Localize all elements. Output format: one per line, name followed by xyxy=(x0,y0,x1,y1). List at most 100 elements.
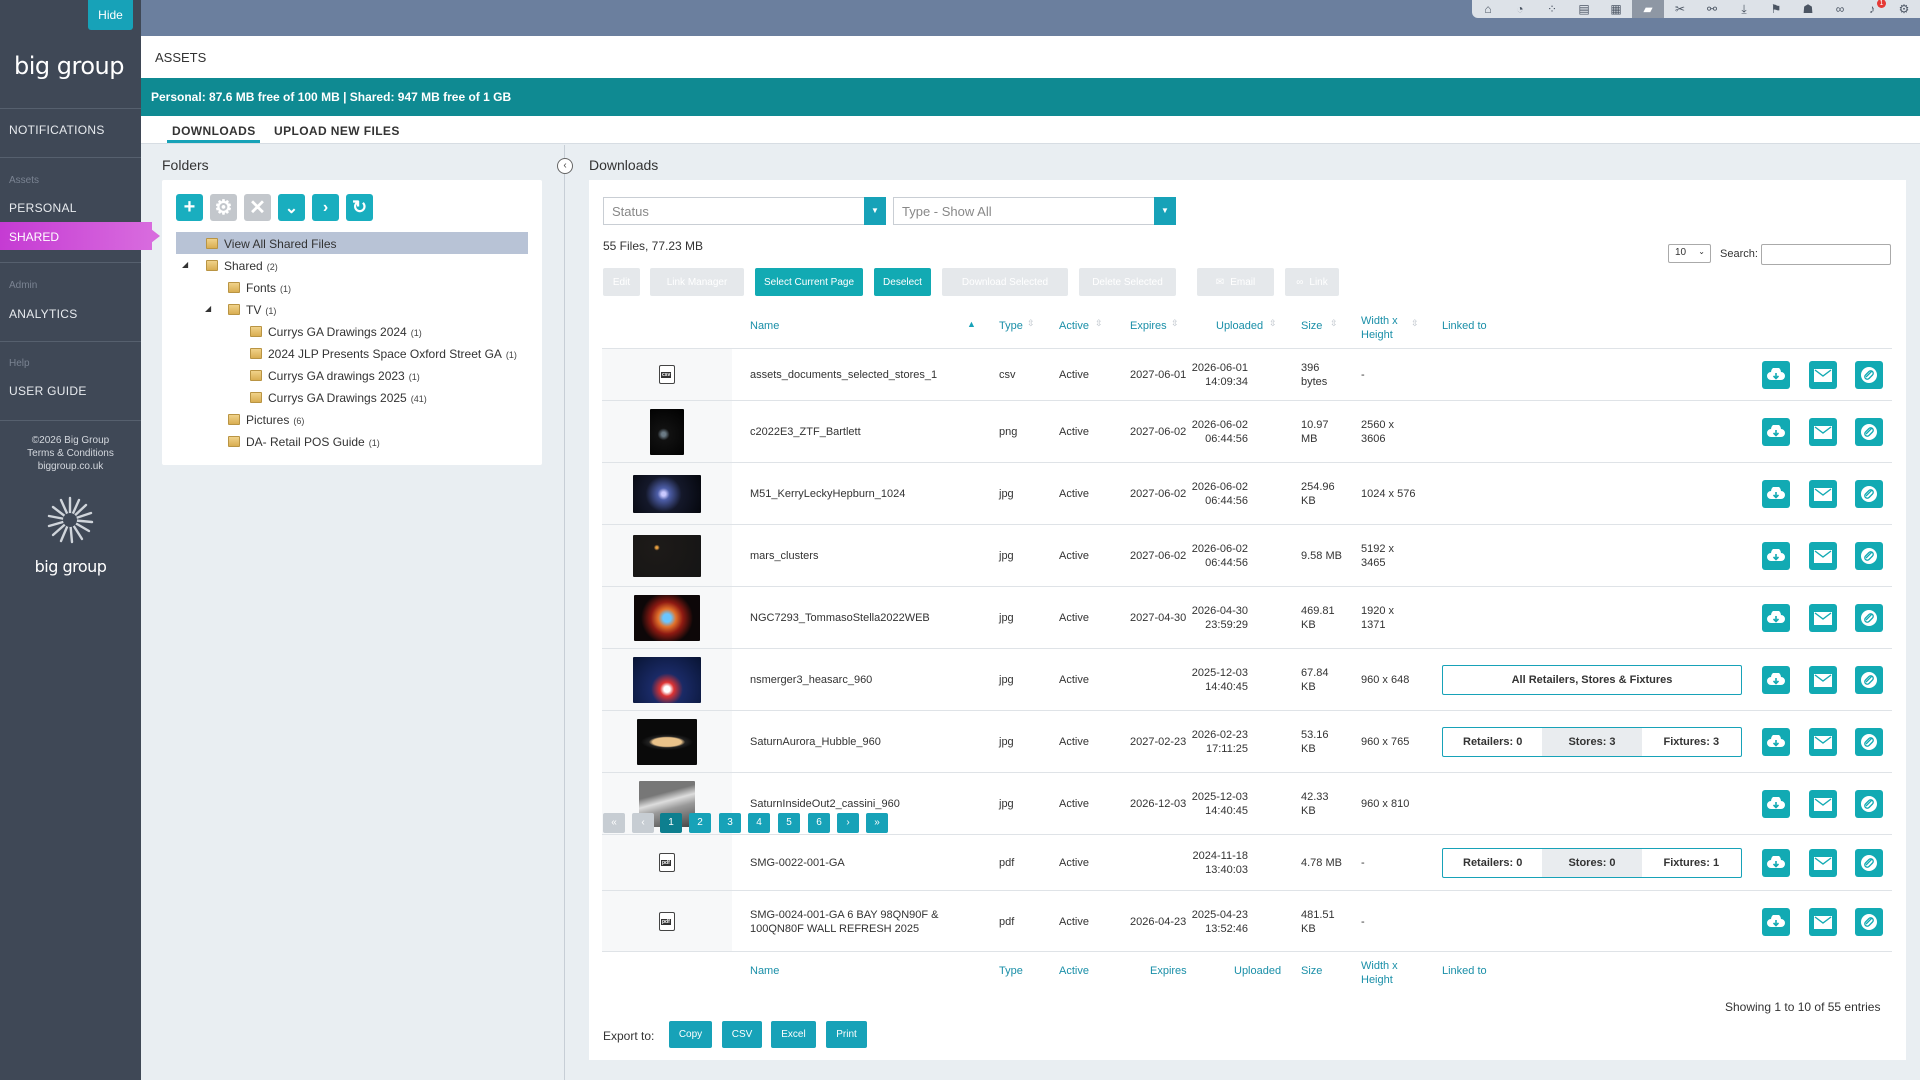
link-file-button[interactable] xyxy=(1855,361,1883,389)
download-file-button[interactable] xyxy=(1762,480,1790,508)
file-thumbnail[interactable] xyxy=(634,595,700,641)
collapse-all-button[interactable]: › xyxy=(312,194,339,221)
email-file-button[interactable] xyxy=(1809,480,1837,508)
deselect-button[interactable]: Deselect xyxy=(874,268,931,296)
file-name[interactable]: mars_clusters xyxy=(750,549,990,563)
type-filter[interactable]: Type - Show All ▼ xyxy=(893,197,1176,225)
page-prev-button[interactable]: ‹ xyxy=(632,813,654,833)
file-name[interactable]: NGC7293_TommasoStella2022WEB xyxy=(750,611,990,625)
delete-selected-button[interactable]: Delete Selected xyxy=(1079,268,1176,296)
search-input[interactable] xyxy=(1761,244,1891,265)
table-row[interactable]: c2022E3_ZTF_Bartlett png Active 2027-06-02 2… xyxy=(602,400,1892,462)
linked-to-box[interactable]: All Retailers, Stores & Fixtures xyxy=(1442,665,1742,695)
sort-icon[interactable]: ⇳ xyxy=(1171,318,1179,329)
email-file-button[interactable] xyxy=(1809,542,1837,570)
col-expires[interactable]: Expires xyxy=(1130,320,1167,332)
edit-button[interactable]: Edit xyxy=(603,268,640,296)
col-active[interactable]: Active xyxy=(1059,320,1089,332)
export-copy-button[interactable]: Copy xyxy=(669,1021,712,1048)
email-file-button[interactable] xyxy=(1809,849,1837,877)
link-manager-button[interactable]: Link Manager xyxy=(650,268,744,296)
sort-icon[interactable]: ⇳ xyxy=(1027,318,1035,329)
download-file-button[interactable] xyxy=(1762,418,1790,446)
sort-icon[interactable]: ⇳ xyxy=(1411,318,1419,329)
network-icon[interactable]: ⁘ xyxy=(1536,0,1568,18)
grid-icon[interactable]: ▦ xyxy=(1600,0,1632,18)
collapse-arrow-icon[interactable]: ◢ xyxy=(205,304,211,313)
table-row[interactable]: csv assets_documents_selected_stores_1 csv… xyxy=(602,348,1892,400)
table-row[interactable]: NGC7293_TommasoStella2022WEB jpg Active 202… xyxy=(602,586,1892,648)
page-first-button[interactable]: « xyxy=(603,813,625,833)
linked-to-box[interactable]: Retailers: 0 Stores: 0 Fixtures: 1 xyxy=(1442,848,1742,878)
table-row[interactable]: nsmerger3_heasarc_960 jpg Active 2025-12-03… xyxy=(602,648,1892,710)
col-name[interactable]: Name xyxy=(750,320,779,332)
tree-item-view-all[interactable]: View All Shared Files xyxy=(206,237,337,251)
sidebar-item-analytics[interactable]: ANALYTICS xyxy=(9,307,78,321)
tools-icon[interactable]: ✂ xyxy=(1664,0,1696,18)
file-thumbnail[interactable] xyxy=(650,409,684,455)
download-file-button[interactable] xyxy=(1762,361,1790,389)
tree-item-da-retail[interactable]: DA- Retail POS Guide (1) xyxy=(228,435,380,449)
page-5-button[interactable]: 5 xyxy=(778,813,800,833)
tree-item-fonts[interactable]: Fonts (1) xyxy=(228,281,291,295)
file-name[interactable]: nsmerger3_heasarc_960 xyxy=(750,673,990,687)
file-name[interactable]: c2022E3_ZTF_Bartlett xyxy=(750,425,990,439)
robot-icon[interactable]: ☗ xyxy=(1792,0,1824,18)
tree-item-tv[interactable]: TV (1) xyxy=(228,303,276,317)
download-file-button[interactable] xyxy=(1762,908,1790,936)
col-type[interactable]: Type xyxy=(999,320,1023,332)
home-icon[interactable]: ⌂ xyxy=(1472,0,1504,18)
link-file-button[interactable] xyxy=(1855,728,1883,756)
link-file-button[interactable] xyxy=(1855,418,1883,446)
sidebar-item-personal[interactable]: PERSONAL xyxy=(9,201,77,215)
page-2-button[interactable]: 2 xyxy=(689,813,711,833)
email-file-button[interactable] xyxy=(1809,790,1837,818)
page-6-button[interactable]: 6 xyxy=(808,813,830,833)
folder-icon[interactable]: ▰ xyxy=(1632,0,1664,18)
file-name[interactable]: assets_documents_selected_stores_1 xyxy=(750,368,990,382)
file-name[interactable]: SaturnInsideOut2_cassini_960 xyxy=(750,797,990,811)
link-file-button[interactable] xyxy=(1855,790,1883,818)
sort-icon[interactable]: ⇳ xyxy=(1095,318,1103,329)
tab-upload-new-files[interactable]: UPLOAD NEW FILES xyxy=(274,124,400,138)
pdf-file-icon[interactable]: pdf xyxy=(659,853,675,872)
file-thumbnail[interactable] xyxy=(633,535,701,577)
email-file-button[interactable] xyxy=(1809,418,1837,446)
page-1-button[interactable]: 1 xyxy=(660,813,682,833)
email-file-button[interactable] xyxy=(1809,604,1837,632)
file-name[interactable]: SaturnAurora_Hubble_960 xyxy=(750,735,990,749)
link-file-button[interactable] xyxy=(1855,666,1883,694)
tree-item-currys-2023[interactable]: Currys GA drawings 2023 (1) xyxy=(250,369,420,383)
table-row[interactable]: SaturnAurora_Hubble_960 jpg Active 2027-02-… xyxy=(602,710,1892,772)
link-icon[interactable]: ∞ xyxy=(1824,0,1856,18)
add-folder-button[interactable]: + xyxy=(176,194,203,221)
email-file-button[interactable] xyxy=(1809,361,1837,389)
export-excel-button[interactable]: Excel xyxy=(771,1021,816,1048)
link-file-button[interactable] xyxy=(1855,908,1883,936)
tree-item-currys-2024[interactable]: Currys GA Drawings 2024 (1) xyxy=(250,325,422,339)
file-name[interactable]: SMG-0024-001-GA 6 BAY 98QN90F & 100QN80F … xyxy=(750,908,990,936)
sort-icon[interactable]: ⇳ xyxy=(1330,318,1338,329)
sidebar-item-shared[interactable]: SHARED xyxy=(0,222,160,250)
file-thumbnail[interactable] xyxy=(633,657,701,703)
email-button[interactable]: ✉ Email xyxy=(1197,268,1274,296)
csv-file-icon[interactable]: csv xyxy=(659,365,675,384)
link-file-button[interactable] xyxy=(1855,480,1883,508)
link-file-button[interactable] xyxy=(1855,849,1883,877)
link-file-button[interactable] xyxy=(1855,542,1883,570)
status-filter[interactable]: Status ▼ xyxy=(603,197,886,225)
download-file-button[interactable] xyxy=(1762,604,1790,632)
hide-sidebar-button[interactable]: Hide xyxy=(88,0,133,30)
export-csv-button[interactable]: CSV xyxy=(722,1021,762,1048)
table-row[interactable]: M51_KerryLeckyHepburn_1024 jpg Active 2027-… xyxy=(602,462,1892,524)
page-3-button[interactable]: 3 xyxy=(719,813,741,833)
pdf-file-icon[interactable]: pdf xyxy=(659,912,675,931)
tree-item-pictures[interactable]: Pictures (6) xyxy=(228,413,304,427)
delete-folder-button[interactable]: ✕ xyxy=(244,194,271,221)
email-file-button[interactable] xyxy=(1809,666,1837,694)
linked-to-box[interactable]: Retailers: 0 Stores: 3 Fixtures: 3 xyxy=(1442,727,1742,757)
table-row[interactable]: mars_clusters jpg Active 2027-06-02 2026-06-… xyxy=(602,524,1892,586)
download-file-button[interactable] xyxy=(1762,728,1790,756)
table-row[interactable]: pdf SMG-0022-001-GA pdf Active 2024-11-18 13:… xyxy=(602,834,1892,890)
bell-icon[interactable]: ♪ 1 xyxy=(1856,0,1888,18)
